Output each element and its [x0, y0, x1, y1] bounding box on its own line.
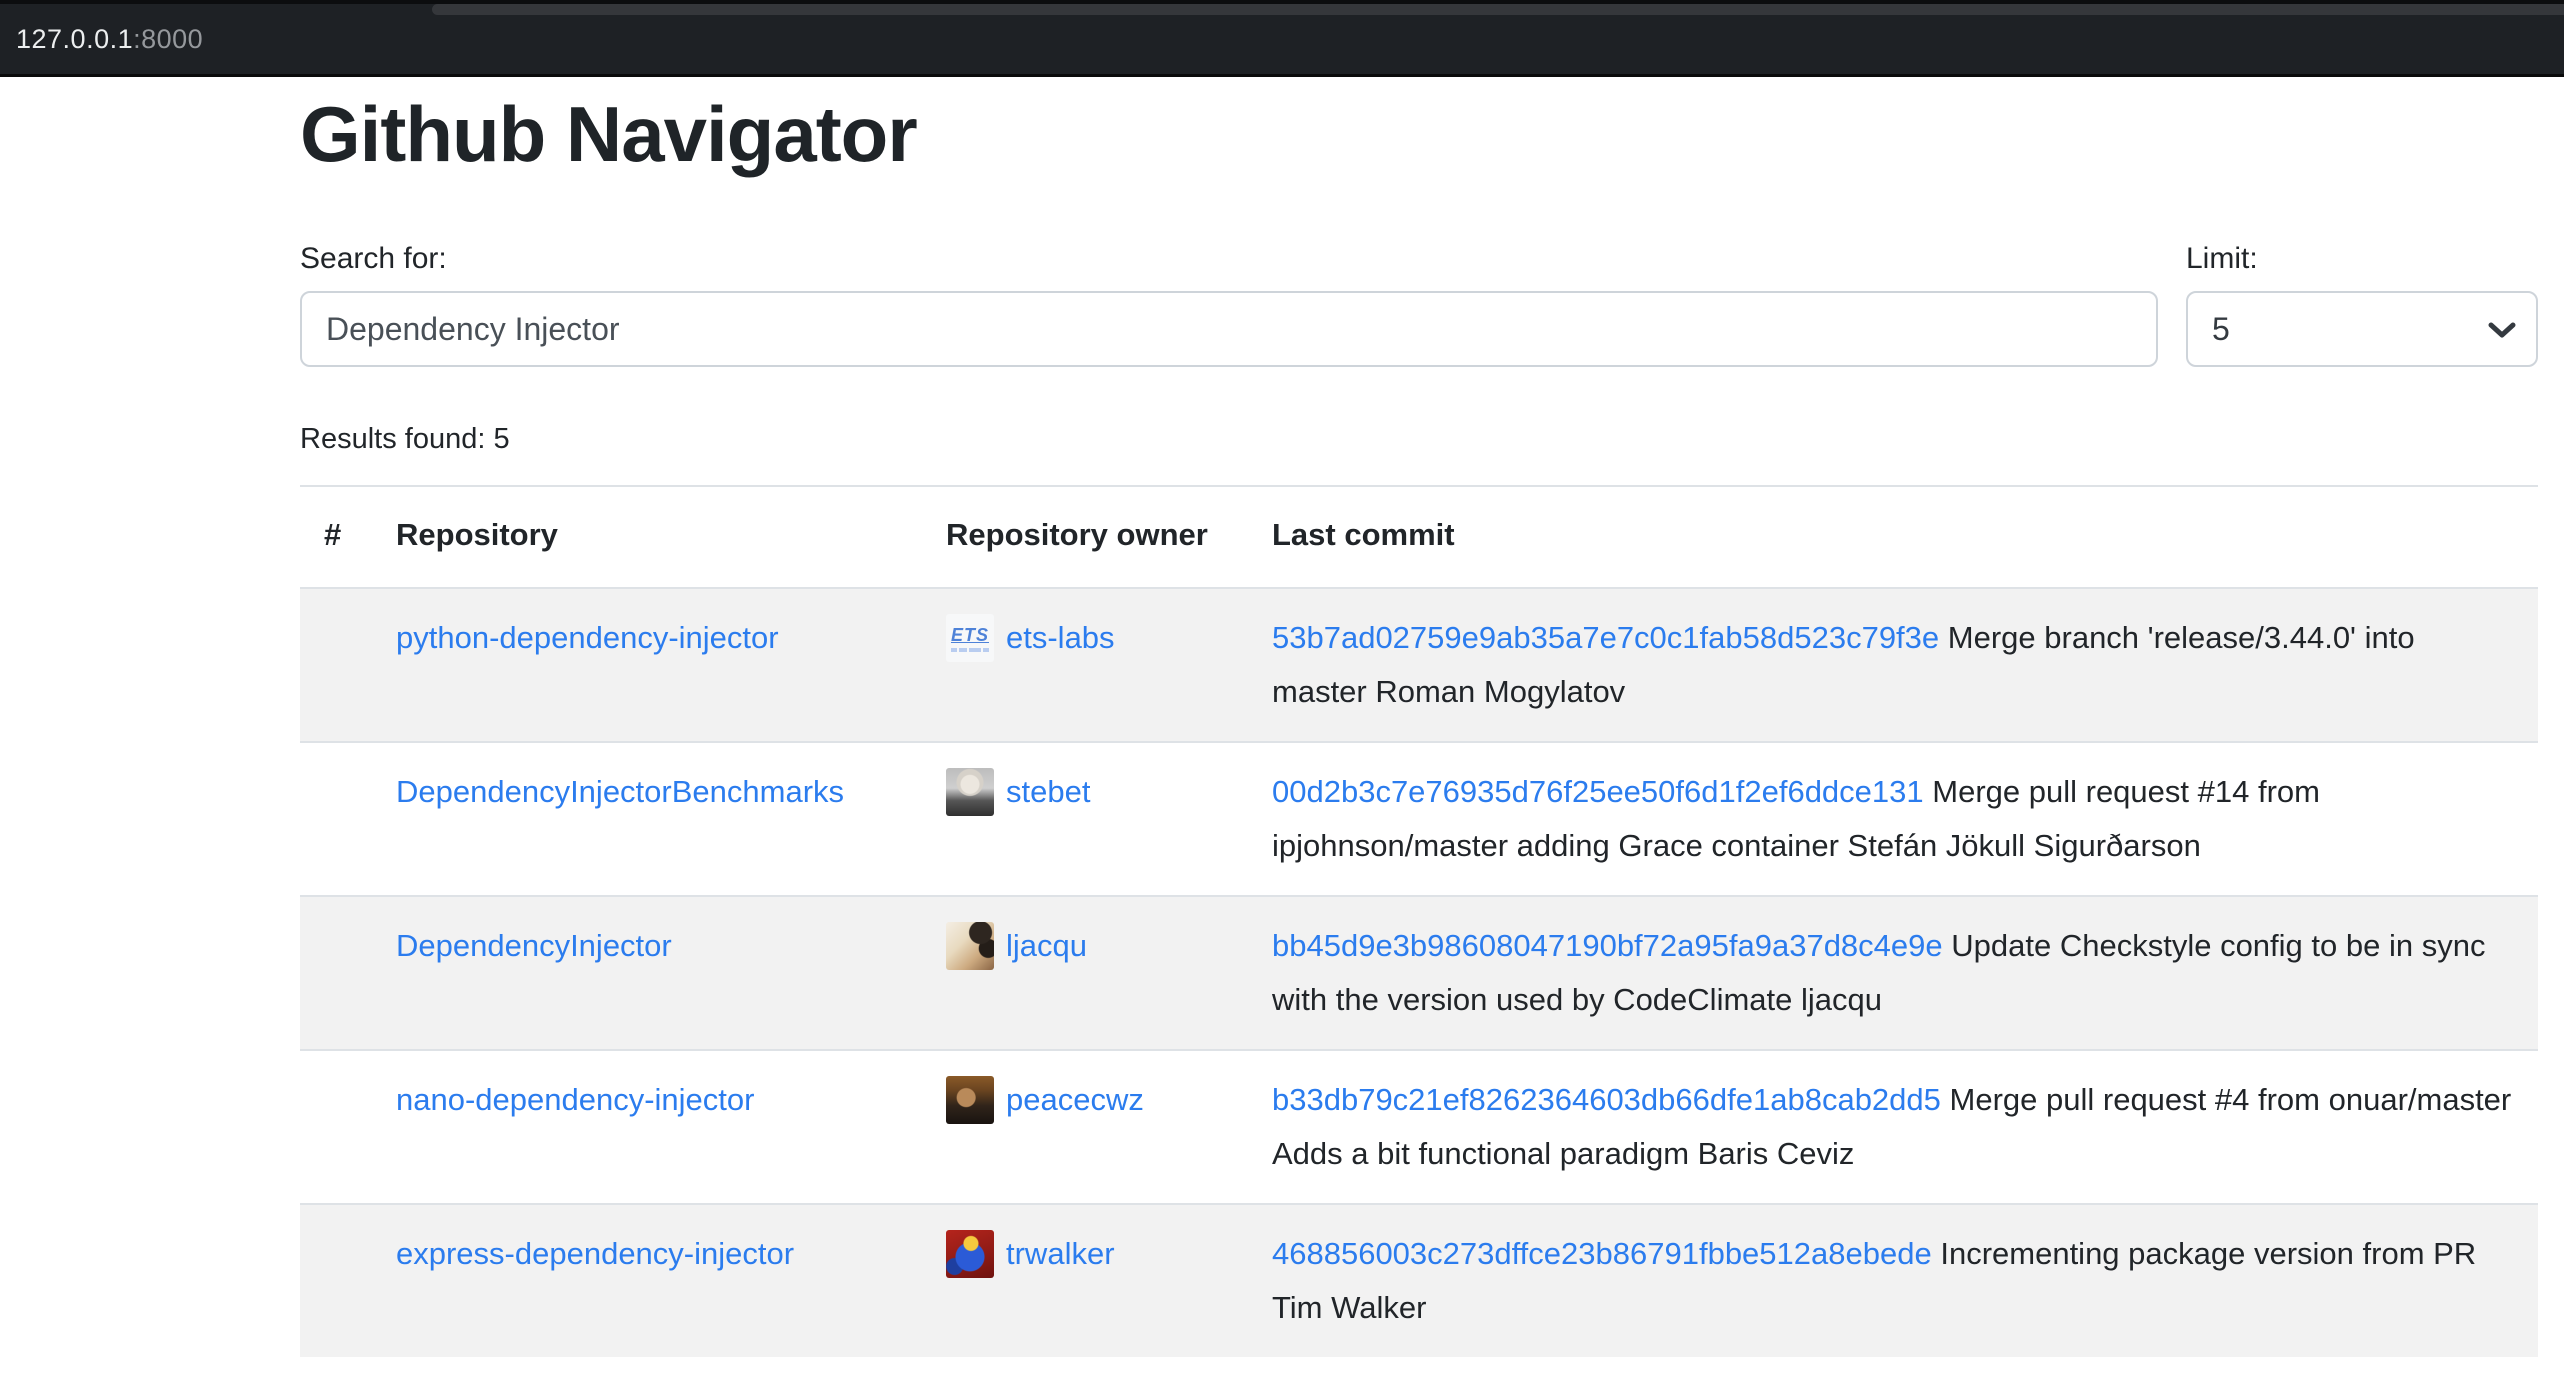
repository-link[interactable]: express-dependency-injector: [396, 1236, 794, 1271]
limit-group: Limit: 5: [2186, 241, 2538, 367]
commit-cell: bb45d9e3b98608047190bf72a95fa9a37d8c4e9e…: [1248, 896, 2538, 1050]
owner-cell: stebet: [922, 742, 1248, 896]
search-group: Search for:: [300, 241, 2158, 367]
results-table: # Repository Repository owner Last commi…: [300, 485, 2538, 1357]
header-number: #: [300, 486, 372, 588]
owner-link[interactable]: ljacqu: [1006, 919, 1087, 973]
owner-link[interactable]: peacecwz: [1006, 1073, 1144, 1127]
results-body: python-dependency-injector ETS ets-labs …: [300, 588, 2538, 1357]
header-last-commit: Last commit: [1248, 486, 2538, 588]
repository-cell: DependencyInjectorBenchmarks: [372, 742, 922, 896]
owner-cell: trwalker: [922, 1204, 1248, 1357]
owner-cell: peacecwz: [922, 1050, 1248, 1204]
limit-select[interactable]: 5: [2186, 291, 2538, 367]
table-row: python-dependency-injector ETS ets-labs …: [300, 588, 2538, 742]
repository-link[interactable]: nano-dependency-injector: [396, 1082, 754, 1117]
row-number-cell: [300, 896, 372, 1050]
table-row: DependencyInjectorBenchmarks stebet 00d2…: [300, 742, 2538, 896]
topbar-divider: [0, 74, 2564, 77]
repository-cell: express-dependency-injector: [372, 1204, 922, 1357]
repository-cell: nano-dependency-injector: [372, 1050, 922, 1204]
commit-hash-link[interactable]: b33db79c21ef8262364603db66dfe1ab8cab2dd5: [1272, 1082, 1941, 1117]
row-number-cell: [300, 1050, 372, 1204]
table-header-row: # Repository Repository owner Last commi…: [300, 486, 2538, 588]
limit-label: Limit:: [2186, 241, 2538, 277]
commit-hash-link[interactable]: 53b7ad02759e9ab35a7e7c0c1fab58d523c79f3e: [1272, 620, 1939, 655]
search-label: Search for:: [300, 241, 2158, 277]
url-port: :8000: [133, 24, 203, 54]
trwalker-avatar: [946, 1230, 994, 1278]
repository-cell: python-dependency-injector: [372, 588, 922, 742]
repository-link[interactable]: DependencyInjectorBenchmarks: [396, 774, 844, 809]
search-form: Search for: Limit: 5: [300, 241, 2538, 367]
header-repository: Repository: [372, 486, 922, 588]
results-summary: Results found: 5: [300, 421, 2538, 457]
header-owner: Repository owner: [922, 486, 1248, 588]
table-row: DependencyInjector ljacqu bb45d9e3b98608…: [300, 896, 2538, 1050]
commit-cell: b33db79c21ef8262364603db66dfe1ab8cab2dd5…: [1248, 1050, 2538, 1204]
address-bar[interactable]: 127.0.0.1:8000: [16, 24, 203, 55]
stebet-avatar: [946, 768, 994, 816]
ets-labs-avatar: ETS: [946, 614, 994, 662]
table-row: express-dependency-injector trwalker 468…: [300, 1204, 2538, 1357]
commit-cell: 53b7ad02759e9ab35a7e7c0c1fab58d523c79f3e…: [1248, 588, 2538, 742]
commit-cell: 00d2b3c7e76935d76f25ee50f6d1f2ef6ddce131…: [1248, 742, 2538, 896]
owner-cell: ETS ets-labs: [922, 588, 1248, 742]
commit-cell: 468856003c273dffce23b86791fbbe512a8ebede…: [1248, 1204, 2538, 1357]
ljacqu-avatar: [946, 922, 994, 970]
repository-link[interactable]: python-dependency-injector: [396, 620, 779, 655]
owner-cell: ljacqu: [922, 896, 1248, 1050]
search-input[interactable]: [300, 291, 2158, 367]
table-row: nano-dependency-injector peacecwz b33db7…: [300, 1050, 2538, 1204]
page-title: Github Navigator: [300, 87, 2538, 181]
commit-hash-link[interactable]: bb45d9e3b98608047190bf72a95fa9a37d8c4e9e: [1272, 928, 1943, 963]
peacecwz-avatar: [946, 1076, 994, 1124]
owner-link[interactable]: ets-labs: [1006, 611, 1115, 665]
row-number-cell: [300, 742, 372, 896]
row-number-cell: [300, 588, 372, 742]
owner-link[interactable]: stebet: [1006, 765, 1090, 819]
repository-link[interactable]: DependencyInjector: [396, 928, 672, 963]
commit-hash-link[interactable]: 00d2b3c7e76935d76f25ee50f6d1f2ef6ddce131: [1272, 774, 1924, 809]
browser-topbar: 127.0.0.1:8000: [0, 0, 2564, 77]
repository-cell: DependencyInjector: [372, 896, 922, 1050]
commit-hash-link[interactable]: 468856003c273dffce23b86791fbbe512a8ebede: [1272, 1236, 1932, 1271]
page-content: Github Navigator Search for: Limit: 5 Re…: [0, 87, 2564, 1357]
row-number-cell: [300, 1204, 372, 1357]
tab-strip: [432, 4, 2564, 15]
url-host: 127.0.0.1: [16, 24, 133, 54]
owner-link[interactable]: trwalker: [1006, 1227, 1115, 1281]
